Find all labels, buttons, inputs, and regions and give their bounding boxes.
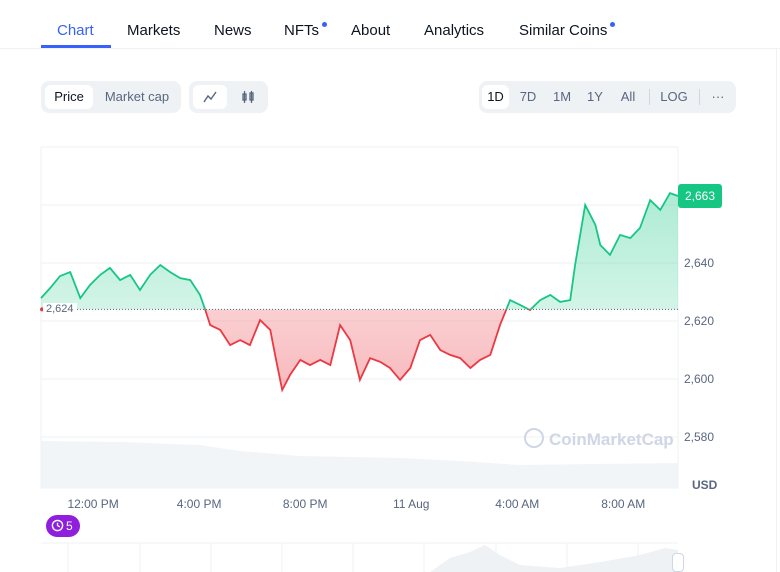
y-tick-label: 2,580: [684, 430, 714, 444]
navigator-area: [430, 545, 678, 572]
baseline-price-label: 2,624: [43, 303, 77, 315]
price-chart[interactable]: 2,580 2,600 2,620 2,640 USD 12:00 PM 4:00 PM 8:…: [0, 0, 780, 572]
events-button[interactable]: 5: [46, 515, 80, 537]
events-count: 5: [66, 519, 73, 533]
x-tick-label: 11 Aug: [393, 497, 429, 511]
history-clock-icon: [51, 519, 64, 532]
x-tick-label: 8:00 PM: [283, 497, 328, 511]
x-tick-label: 8:00 AM: [601, 497, 645, 511]
y-tick-label: 2,600: [684, 372, 714, 386]
x-tick-label: 12:00 PM: [67, 497, 118, 511]
x-tick-label: 4:00 AM: [495, 497, 539, 511]
coinmarketcap-logo-icon: [524, 428, 544, 448]
range-slider-handle[interactable]: [672, 553, 684, 572]
x-tick-label: 4:00 PM: [177, 497, 222, 511]
y-tick-label: 2,620: [684, 314, 714, 328]
current-price-tag: 2,663: [678, 184, 722, 208]
watermark-text: CoinMarketCap: [549, 430, 674, 449]
y-tick-label: 2,640: [684, 256, 714, 270]
currency-label: USD: [692, 478, 718, 492]
watermark: CoinMarketCap: [524, 428, 674, 450]
